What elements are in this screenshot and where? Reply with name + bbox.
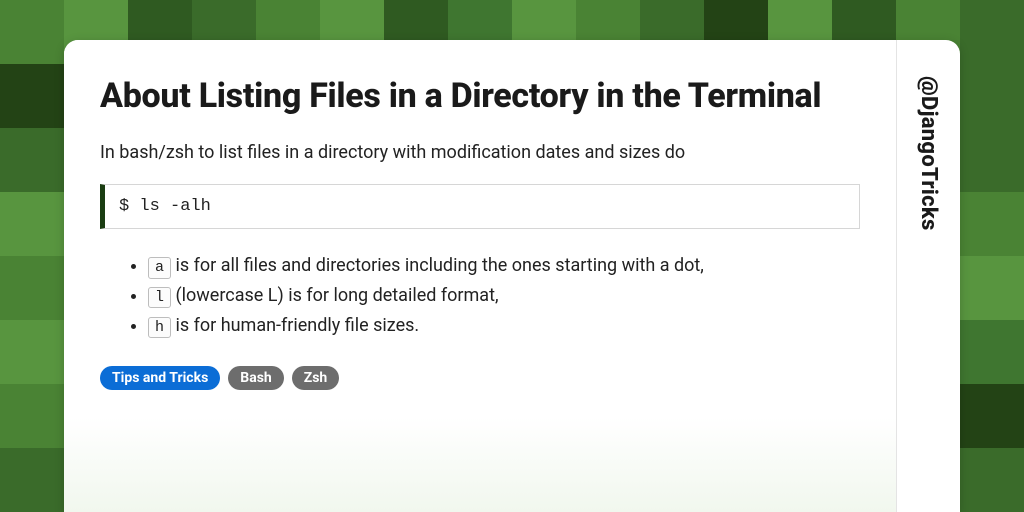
article-title: About Listing Files in a Directory in th… (100, 76, 860, 116)
flag-desc: is for all files and directories includi… (171, 255, 704, 276)
flag-item: a is for all files and directories inclu… (148, 251, 860, 281)
flag-item: l (lowercase L) is for long detailed for… (148, 281, 860, 311)
tag-zsh[interactable]: Zsh (292, 366, 340, 390)
tag-bash[interactable]: Bash (228, 366, 283, 390)
attribution-sidebar: @DjangoTricks (896, 40, 960, 512)
tag-row: Tips and Tricks Bash Zsh (100, 366, 860, 390)
article-intro: In bash/zsh to list files in a directory… (100, 140, 860, 166)
flag-key: l (148, 287, 171, 309)
flag-list: a is for all files and directories inclu… (100, 251, 860, 340)
flag-desc: (lowercase L) is for long detailed forma… (171, 285, 499, 306)
flag-key: a (148, 257, 171, 279)
article-content: About Listing Files in a Directory in th… (64, 40, 896, 512)
code-block: $ ls -alh (100, 184, 860, 229)
tag-tips-and-tricks[interactable]: Tips and Tricks (100, 366, 220, 390)
flag-key: h (148, 317, 171, 339)
flag-desc: is for human-friendly file sizes. (171, 315, 419, 336)
article-card: About Listing Files in a Directory in th… (64, 40, 960, 512)
attribution-handle: @DjangoTricks (916, 76, 941, 231)
flag-item: h is for human-friendly file sizes. (148, 311, 860, 341)
